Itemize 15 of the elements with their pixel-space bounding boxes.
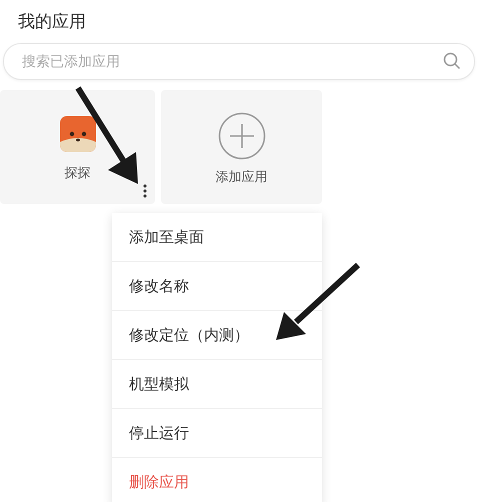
more-icon[interactable] xyxy=(143,184,147,198)
search-icon[interactable] xyxy=(443,52,461,70)
app-label: 添加应用 xyxy=(216,169,268,186)
add-icon xyxy=(218,112,266,160)
menu-item[interactable]: 修改名称 xyxy=(112,262,322,311)
add-app-card[interactable]: 添加应用 xyxy=(161,90,322,204)
search-field[interactable]: 搜索已添加应用 xyxy=(3,43,475,80)
app-label: 探探 xyxy=(64,165,90,182)
menu-item[interactable]: 机型模拟 xyxy=(112,360,322,409)
menu-item[interactable]: 停止运行 xyxy=(112,409,322,458)
fox-app-icon xyxy=(60,116,96,152)
menu-item[interactable]: 添加至桌面 xyxy=(112,213,322,262)
app-card[interactable]: 探探 xyxy=(0,90,155,204)
page-title: 我的应用 xyxy=(17,11,86,32)
menu-item[interactable]: 删除应用 xyxy=(112,458,322,502)
